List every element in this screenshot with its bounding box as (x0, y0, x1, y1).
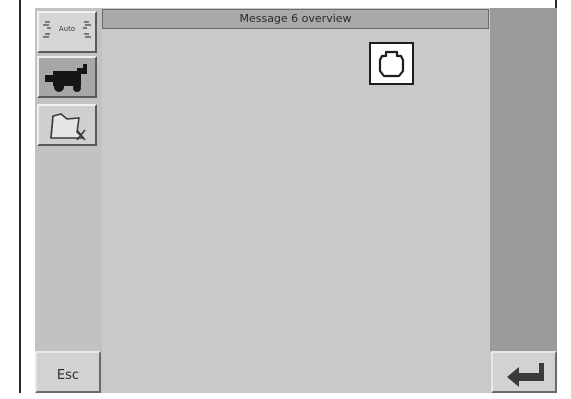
combine-harvester-icon (45, 64, 87, 92)
field-settings-icon (50, 113, 86, 141)
page-title: Message 6 overview (102, 9, 489, 29)
display-screen (35, 8, 557, 393)
right-panel (490, 8, 557, 352)
bezel-left-edge (19, 0, 21, 393)
field-settings-button[interactable] (37, 104, 97, 146)
harvester-button[interactable] (37, 56, 97, 98)
auto-mode-label: Auto (58, 25, 76, 33)
esc-button[interactable]: Esc (35, 351, 101, 393)
auto-mode-button[interactable]: Auto (37, 11, 97, 53)
engine-icon (369, 42, 414, 85)
enter-return-icon (507, 363, 544, 387)
enter-button[interactable] (491, 351, 557, 393)
